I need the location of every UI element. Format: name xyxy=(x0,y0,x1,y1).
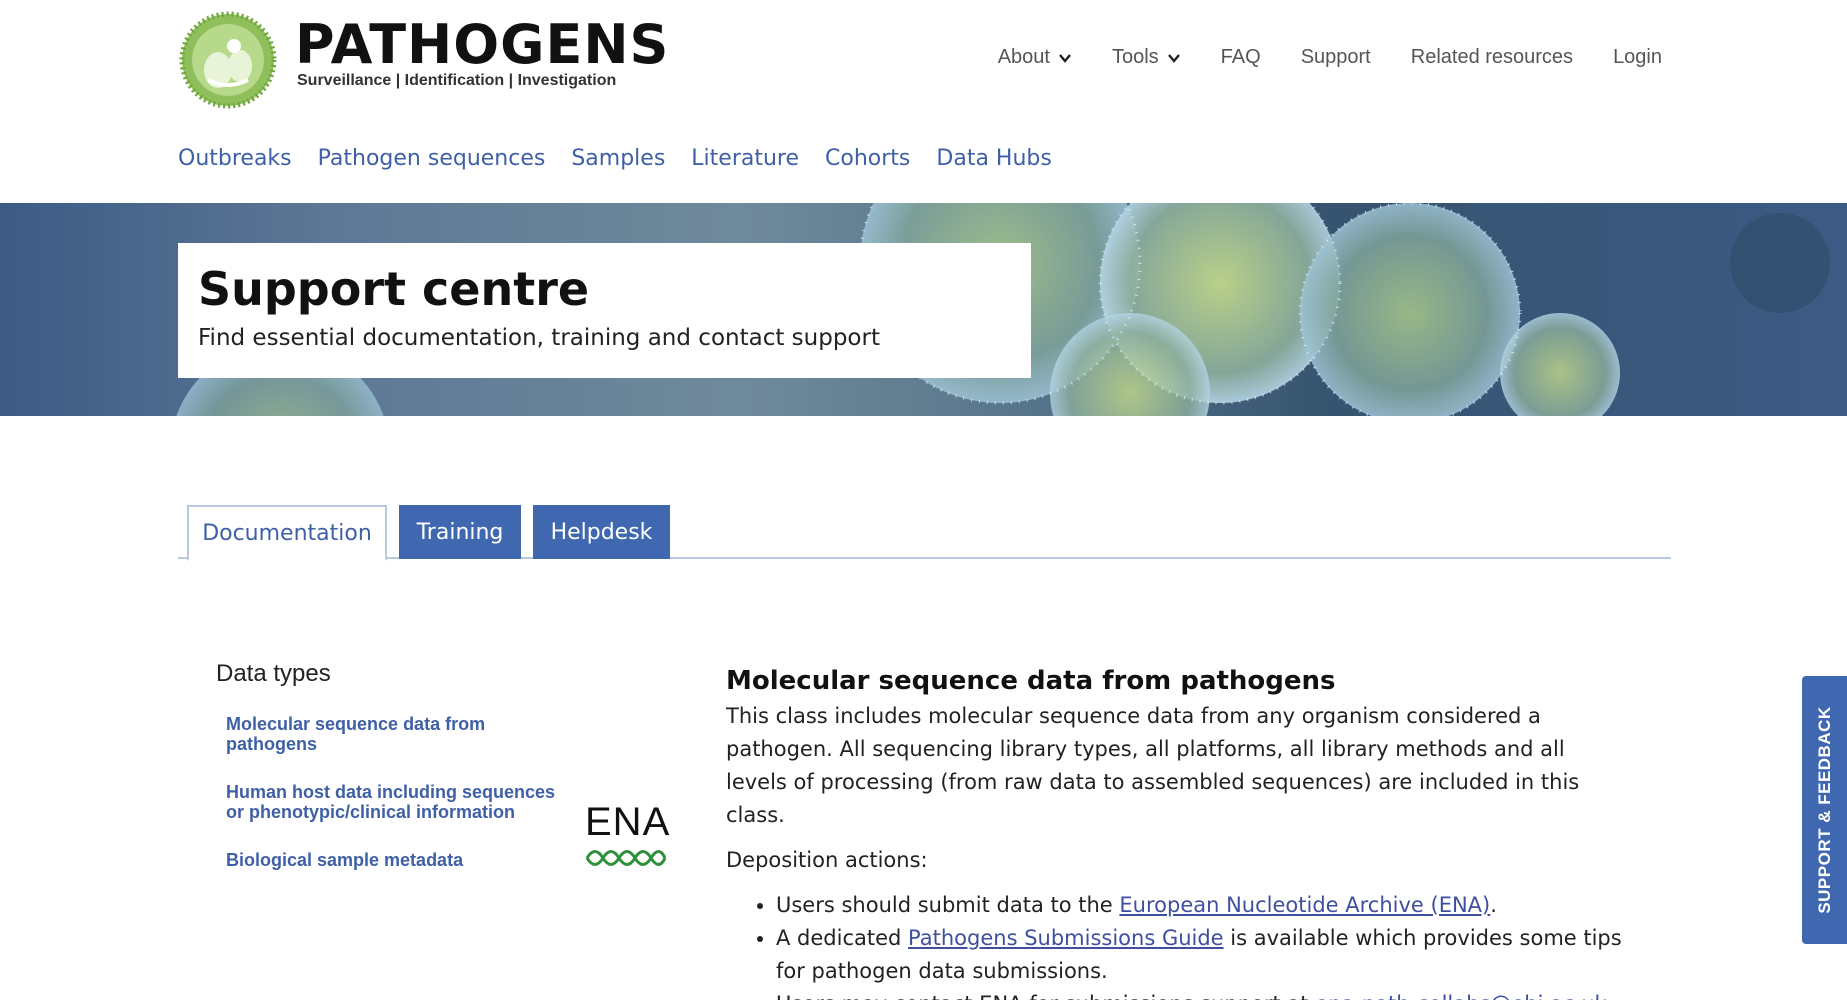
feedback-label: SUPPORT & FEEDBACK xyxy=(1814,706,1834,914)
bullet-text: . xyxy=(1607,992,1614,1000)
bullet-text: Users may contact ENA for submissions su… xyxy=(776,992,1315,1000)
topnav-tools[interactable]: Tools xyxy=(1112,46,1181,69)
ena-email-link[interactable]: ena-path-collabs@ebi.ac.uk xyxy=(1315,992,1607,1000)
tab-helpdesk[interactable]: Helpdesk xyxy=(533,505,670,559)
sidebar-title: Data types xyxy=(216,660,331,687)
mainnav-samples[interactable]: Samples xyxy=(571,146,665,171)
topnav-support[interactable]: Support xyxy=(1301,46,1371,69)
mainnav-pathogen-sequences[interactable]: Pathogen sequences xyxy=(318,146,546,171)
data-types-sidebar: Data types Molecular sequence data from … xyxy=(216,660,556,898)
list-item: Users should submit data to the European… xyxy=(776,889,1626,922)
support-feedback-button[interactable]: SUPPORT & FEEDBACK xyxy=(1802,676,1847,944)
top-navigation: About Tools FAQ Support Related resource… xyxy=(998,46,1662,69)
content-heading: Molecular sequence data from pathogens xyxy=(726,666,1336,696)
topnav-about-label: About xyxy=(997,46,1050,68)
bullet-text: A dedicated xyxy=(776,926,909,950)
sidebar-item-human-host[interactable]: Human host data including sequences or p… xyxy=(226,782,556,822)
bullet-text: . xyxy=(1490,893,1497,917)
sidebar-item-biological-sample[interactable]: Biological sample metadata xyxy=(226,850,556,870)
support-tabs: Documentation Training Helpdesk xyxy=(178,505,1671,561)
content-intro: This class includes molecular sequence d… xyxy=(726,704,1580,827)
ena-link[interactable]: European Nucleotide Archive (ENA) xyxy=(1119,893,1490,917)
mainnav-outbreaks[interactable]: Outbreaks xyxy=(178,146,292,171)
main-navigation: Outbreaks Pathogen sequences Samples Lit… xyxy=(178,146,1052,171)
topnav-faq[interactable]: FAQ xyxy=(1221,46,1261,69)
hero-banner: Support centre Find essential documentat… xyxy=(0,203,1847,416)
bullet-text: Users should submit data to the xyxy=(776,893,1120,917)
deposition-list: Users should submit data to the European… xyxy=(776,889,1626,1000)
tab-training[interactable]: Training xyxy=(399,505,521,559)
submissions-guide-link[interactable]: Pathogens Submissions Guide xyxy=(908,926,1224,950)
list-item: A dedicated Pathogens Submissions Guide … xyxy=(776,922,1626,988)
pathogens-logo-icon[interactable] xyxy=(178,10,278,110)
sidebar-item-molecular-sequence[interactable]: Molecular sequence data from pathogens xyxy=(226,714,556,754)
ena-logo: ENA xyxy=(585,800,675,870)
ena-logo-text: ENA xyxy=(585,800,671,844)
topnav-tools-label: Tools xyxy=(1111,46,1159,68)
topnav-related-resources[interactable]: Related resources xyxy=(1411,46,1573,69)
main-content: Molecular sequence data from pathogens T… xyxy=(726,666,1626,1000)
site-header: PATHOGENS Surveillance | Identification … xyxy=(0,0,1847,203)
brand[interactable]: PATHOGENS Surveillance | Identification … xyxy=(295,14,669,90)
page-subtitle: Find essential documentation, training a… xyxy=(198,325,880,351)
list-item: Users may contact ENA for submissions su… xyxy=(776,988,1626,1000)
tab-documentation[interactable]: Documentation xyxy=(187,505,387,561)
chevron-down-icon xyxy=(1059,53,1071,63)
topnav-login[interactable]: Login xyxy=(1613,46,1662,69)
dna-wave-icon xyxy=(585,850,667,866)
page-title: Support centre xyxy=(198,262,590,316)
chevron-down-icon xyxy=(1167,53,1180,63)
deposition-label: Deposition actions: xyxy=(726,848,928,872)
mainnav-data-hubs[interactable]: Data Hubs xyxy=(936,146,1051,171)
brand-name: PATHOGENS xyxy=(295,13,670,76)
brand-tagline: Surveillance | Identification | Investig… xyxy=(297,72,617,89)
hero-card: Support centre Find essential documentat… xyxy=(178,243,1031,378)
topnav-about[interactable]: About xyxy=(998,46,1072,69)
mainnav-cohorts[interactable]: Cohorts xyxy=(825,146,910,171)
mainnav-literature[interactable]: Literature xyxy=(691,146,799,171)
